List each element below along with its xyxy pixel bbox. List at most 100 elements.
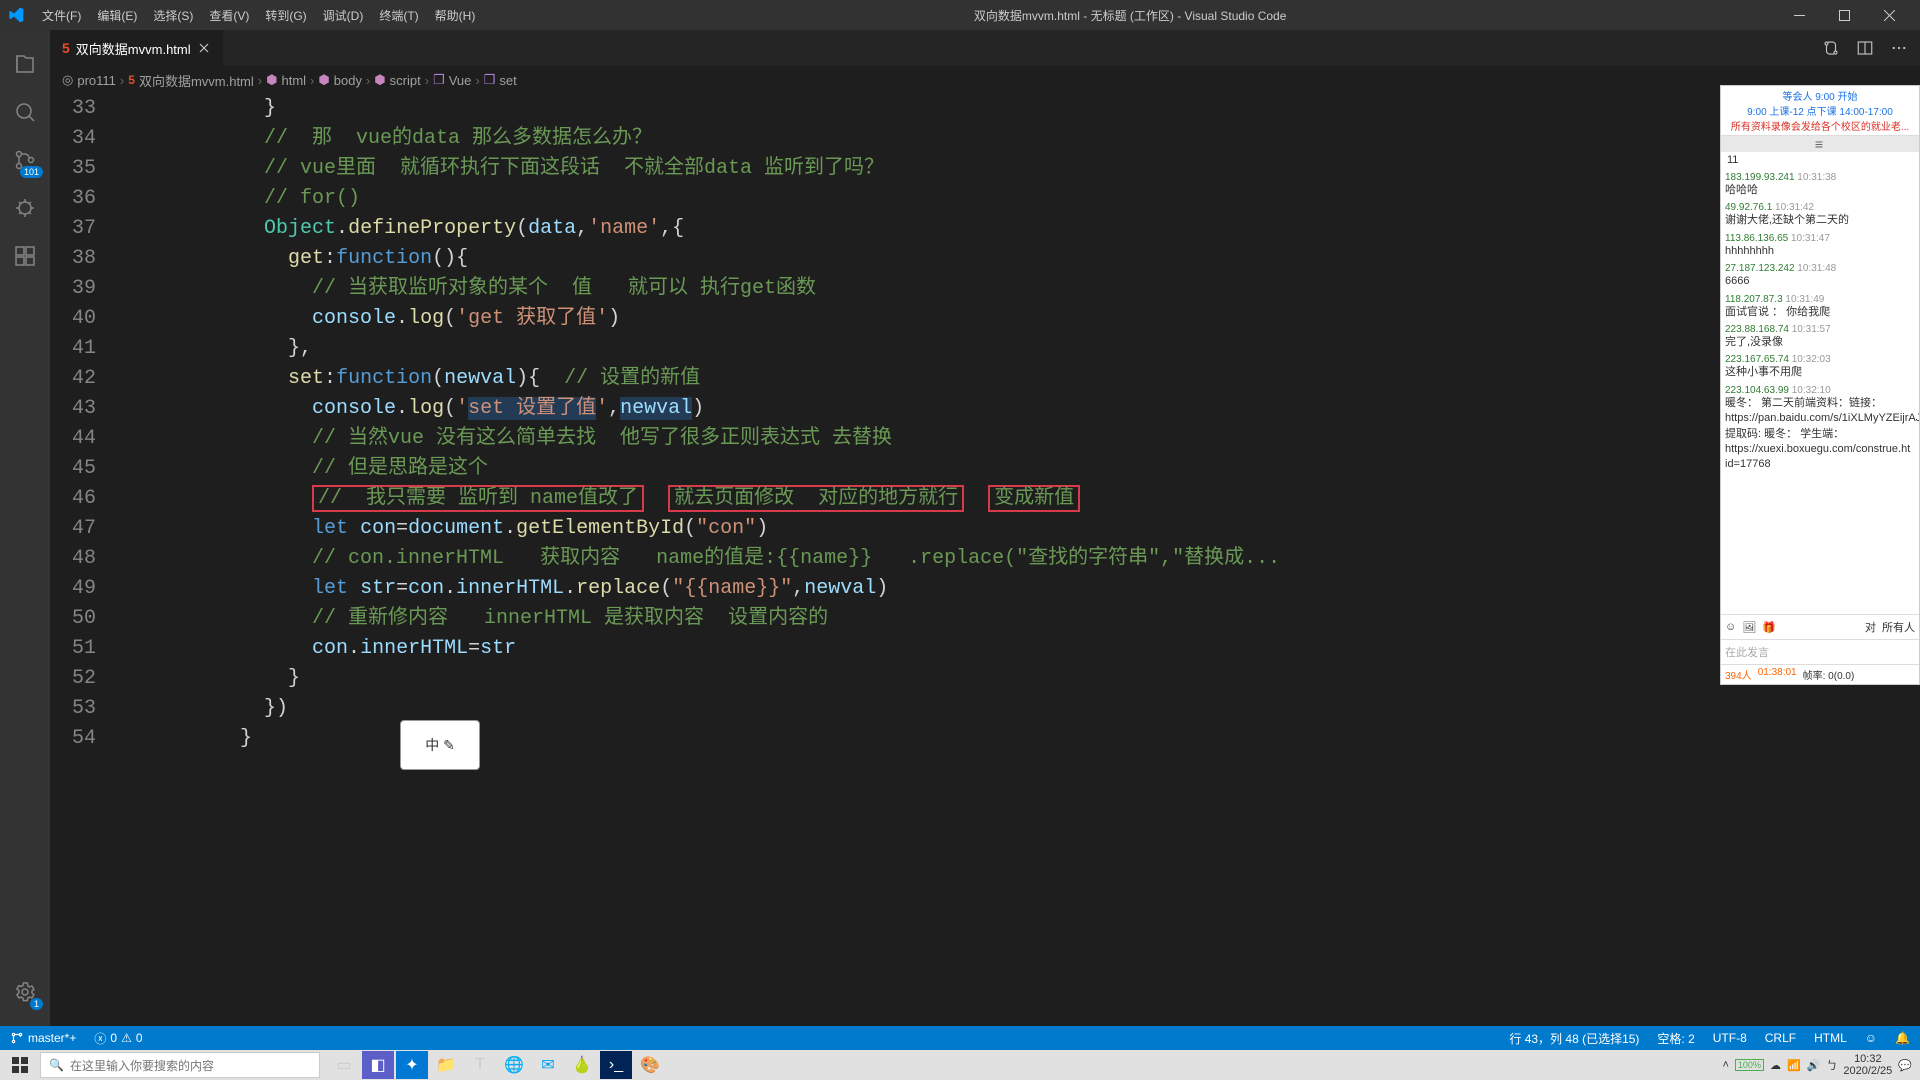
scm-badge: 101: [20, 166, 43, 178]
html-file-icon: 5: [128, 73, 135, 87]
status-branch[interactable]: master*+: [10, 1031, 76, 1045]
menu-view[interactable]: 查看(V): [201, 3, 257, 28]
chevron-right-icon: ›: [310, 73, 314, 88]
system-tray[interactable]: ˄ 100% ☁ 📶 🔊 ㄅ 10:32 2020/2/25 💬: [1722, 1053, 1920, 1077]
activity-bar: 101 1: [0, 30, 50, 1026]
taskbar-apps: ▭ ◧ ✦ 📁 T 🌐 ✉ 🍐 ›_ 🎨: [328, 1051, 666, 1079]
menu-debug[interactable]: 调试(D): [315, 3, 372, 28]
compare-changes-icon[interactable]: [1822, 39, 1840, 57]
status-lang[interactable]: HTML: [1814, 1031, 1847, 1045]
breadcrumb-item[interactable]: ◎pro111: [62, 72, 116, 88]
tab-bar: 5 双向数据mvvm.html: [50, 30, 1920, 66]
breadcrumb-item[interactable]: 5双向数据mvvm.html: [128, 71, 254, 90]
taskview-icon[interactable]: ▭: [328, 1051, 360, 1079]
app-mail-icon[interactable]: ✉: [532, 1051, 564, 1079]
menu-terminal[interactable]: 终端(T): [371, 3, 426, 28]
activity-settings[interactable]: 1: [1, 968, 49, 1016]
app-text-icon[interactable]: T: [464, 1051, 496, 1079]
status-encoding[interactable]: UTF-8: [1713, 1031, 1747, 1045]
status-bell-icon[interactable]: 🔔: [1895, 1031, 1910, 1045]
breadcrumb-item[interactable]: ❒set: [484, 72, 517, 88]
image-icon[interactable]: 🖼: [1742, 621, 1756, 634]
chat-header: 等会人 9:00 开始 9:00 上课-12 点下课 14:00-17:00 所…: [1721, 86, 1919, 136]
window-title: 双向数据mvvm.html - 无标题 (工作区) - Visual Studi…: [483, 7, 1777, 24]
activity-search[interactable]: [1, 88, 49, 136]
target-icon: ◎: [62, 72, 73, 88]
status-spaces[interactable]: 空格: 2: [1657, 1030, 1694, 1047]
vscode-logo-icon: [8, 7, 24, 23]
search-placeholder: 在这里输入你要搜索的内容: [70, 1057, 214, 1074]
app-powershell-icon[interactable]: ›_: [600, 1051, 632, 1079]
settings-badge: 1: [30, 998, 43, 1010]
gutter: 3334353637383940414243444546474849505152…: [50, 94, 120, 1026]
cube-icon: ❒: [484, 72, 496, 88]
windows-taskbar: 🔍 在这里输入你要搜索的内容 ▭ ◧ ✦ 📁 T 🌐 ✉ 🍐 ›_ 🎨 ˄ 10…: [0, 1050, 1920, 1080]
breadcrumbs[interactable]: ◎pro111 › 5双向数据mvvm.html › ⬢html › ⬢body…: [50, 66, 1920, 94]
symbol-icon: ⬢: [266, 72, 277, 88]
close-button[interactable]: [1867, 0, 1912, 30]
breadcrumb-item[interactable]: ⬢body: [318, 72, 362, 88]
ime-mode-text: 中 ✎: [425, 735, 455, 755]
chat-messages[interactable]: 183.199.93.241 10:31:38哈哈哈49.92.76.1 10:…: [1721, 168, 1919, 614]
chat-input[interactable]: 在此发言: [1721, 639, 1919, 664]
menu-selection[interactable]: 选择(S): [145, 3, 201, 28]
activity-debug[interactable]: [1, 184, 49, 232]
minimize-button[interactable]: [1777, 0, 1822, 30]
menu-go[interactable]: 转到(G): [257, 3, 314, 28]
chat-collapse-handle[interactable]: ≡: [1721, 136, 1919, 152]
chat-tab-to[interactable]: 对: [1865, 619, 1876, 635]
split-editor-icon[interactable]: [1856, 39, 1874, 57]
status-problems[interactable]: ⓧ0 ⚠0: [94, 1030, 142, 1047]
app-teams-icon[interactable]: ◧: [362, 1051, 394, 1079]
tab-file[interactable]: 5 双向数据mvvm.html: [50, 30, 224, 66]
emoji-icon[interactable]: ☺: [1725, 621, 1736, 633]
tray-wifi-icon[interactable]: 📶: [1787, 1059, 1801, 1072]
menu-file[interactable]: 文件(F): [34, 3, 89, 28]
status-bar: master*+ ⓧ0 ⚠0 行 43，列 48 (已选择15) 空格: 2 U…: [0, 1026, 1920, 1050]
tabbar-actions: [1822, 39, 1920, 57]
start-button[interactable]: [0, 1050, 40, 1080]
menu-edit[interactable]: 编辑(E): [89, 3, 145, 28]
app-chrome-icon[interactable]: 🌐: [498, 1051, 530, 1079]
chat-tab-all[interactable]: 所有人: [1882, 619, 1915, 635]
chat-unread: 11: [1721, 152, 1919, 168]
tray-ime-icon[interactable]: ㄅ: [1826, 1057, 1837, 1073]
chat-overlay[interactable]: 等会人 9:00 开始 9:00 上课-12 点下课 14:00-17:00 所…: [1720, 85, 1920, 685]
more-actions-icon[interactable]: [1890, 39, 1908, 57]
chat-toolbar: ☺ 🖼 🎁 对 所有人: [1721, 614, 1919, 639]
maximize-button[interactable]: [1822, 0, 1867, 30]
html-file-icon: 5: [62, 40, 70, 56]
tray-expand-icon[interactable]: ˄: [1722, 1059, 1728, 1071]
activity-explorer[interactable]: [1, 40, 49, 88]
activity-scm[interactable]: 101: [1, 136, 49, 184]
taskbar-clock[interactable]: 10:32 2020/2/25: [1843, 1053, 1892, 1077]
code-editor[interactable]: 3334353637383940414243444546474849505152…: [50, 94, 1920, 1026]
gift-icon[interactable]: 🎁: [1762, 621, 1776, 634]
status-feedback-icon[interactable]: ☺: [1865, 1031, 1877, 1045]
battery-icon[interactable]: 100%: [1735, 1059, 1764, 1071]
code-content[interactable]: } // 那 vue的data 那么多数据怎么办？ // vue里面 就循环执行…: [120, 94, 1920, 1026]
app-explorer-icon[interactable]: 📁: [430, 1051, 462, 1079]
app-paint-icon[interactable]: 🎨: [634, 1051, 666, 1079]
taskbar-search[interactable]: 🔍 在这里输入你要搜索的内容: [40, 1052, 320, 1078]
breadcrumb-item[interactable]: ❒Vue: [433, 72, 471, 88]
tab-label: 双向数据mvvm.html: [76, 39, 191, 58]
window-controls: [1777, 0, 1912, 30]
tab-close-icon[interactable]: [197, 41, 211, 55]
menu-help[interactable]: 帮助(H): [427, 3, 484, 28]
tray-volume-icon[interactable]: 🔊: [1807, 1059, 1821, 1072]
chat-stats: 394人 01:38:01 帧率: 0(0.0): [1721, 664, 1919, 684]
notification-center-icon[interactable]: 💬: [1898, 1059, 1912, 1072]
tray-cloud-icon[interactable]: ☁: [1770, 1059, 1781, 1072]
symbol-icon: ⬢: [374, 72, 385, 88]
breadcrumb-item[interactable]: ⬢script: [374, 72, 420, 88]
app-vscode-icon[interactable]: ✦: [396, 1051, 428, 1079]
breadcrumb-item[interactable]: ⬢html: [266, 72, 306, 88]
chevron-right-icon: ›: [366, 73, 370, 88]
warning-icon: ⚠: [121, 1031, 132, 1045]
app-pear-icon[interactable]: 🍐: [566, 1051, 598, 1079]
status-eol[interactable]: CRLF: [1765, 1031, 1796, 1045]
status-cursor[interactable]: 行 43，列 48 (已选择15): [1509, 1030, 1639, 1047]
ime-indicator[interactable]: 中 ✎: [400, 720, 480, 770]
activity-extensions[interactable]: [1, 232, 49, 280]
